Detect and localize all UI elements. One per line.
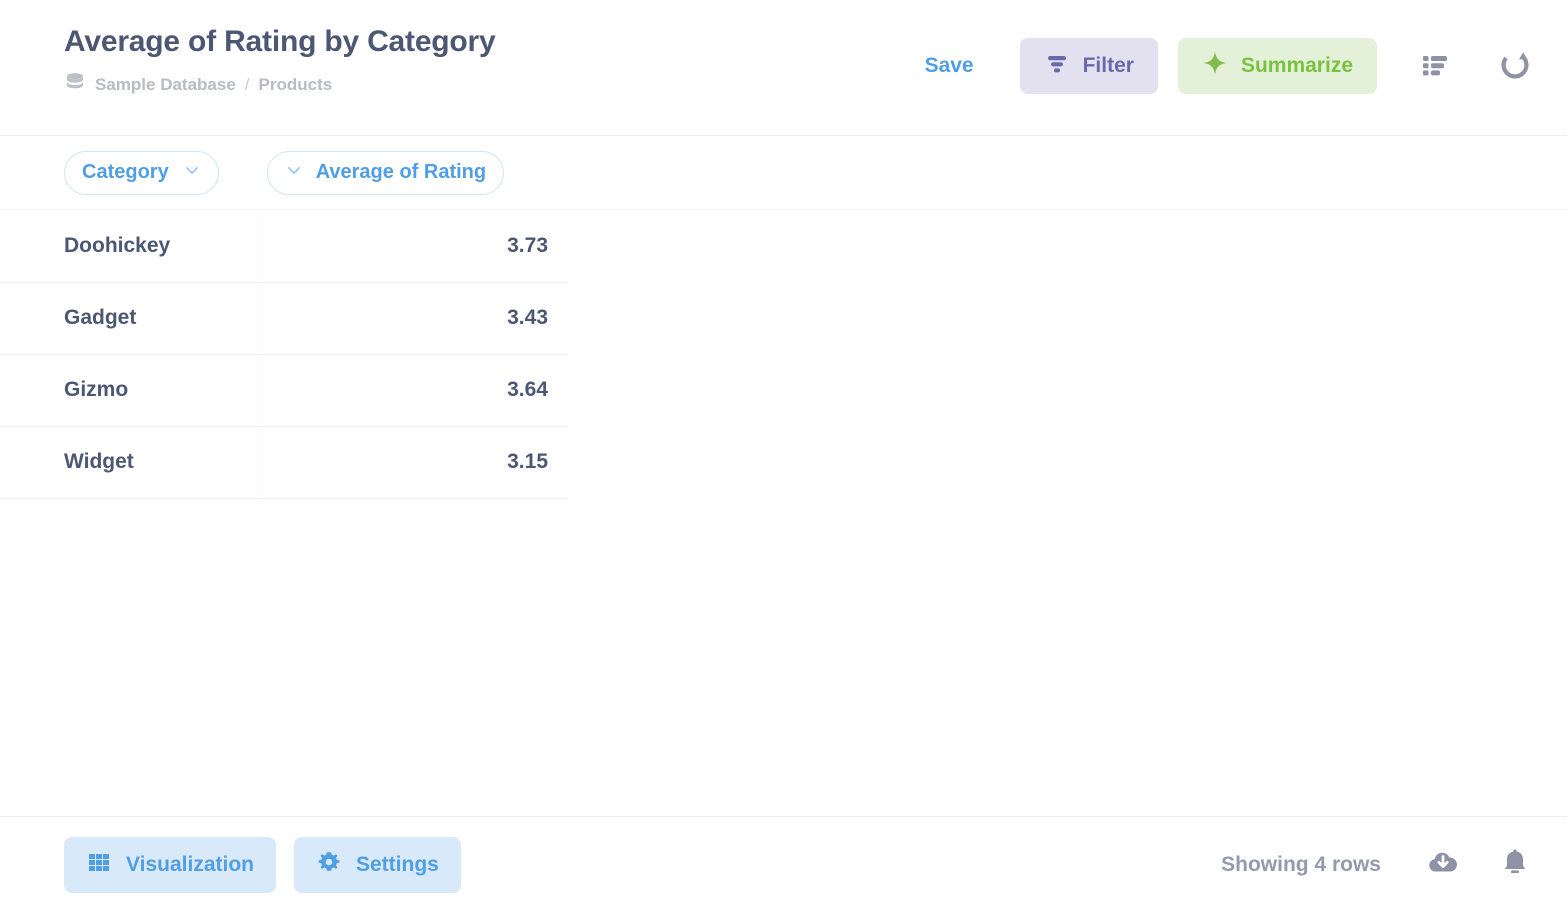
column-pill-average-of-rating[interactable]: Average of Rating	[266, 150, 505, 195]
breadcrumb: Sample Database / Products	[64, 71, 496, 98]
column-header-bar: Category Average of Rating	[0, 136, 1567, 210]
table-row[interactable]: Gadget 3.43	[0, 282, 568, 355]
save-button[interactable]: Save	[925, 54, 974, 78]
header-actions: Save Filter Summarize	[925, 38, 1537, 94]
footer-status: Showing 4 rows	[1221, 843, 1537, 887]
breadcrumb-database[interactable]: Sample Database	[95, 75, 236, 95]
sparkle-icon	[1202, 50, 1228, 82]
page-footer: Visualization Settings Showing 4 rows	[0, 816, 1567, 912]
cell-average-of-rating[interactable]: 3.64	[260, 354, 568, 427]
page-title: Average of Rating by Category	[64, 25, 496, 58]
settings-button-label: Settings	[355, 852, 439, 876]
database-icon	[64, 71, 86, 98]
settings-button[interactable]: Settings	[293, 836, 461, 893]
column-pill-average-of-rating-label: Average of Rating	[315, 161, 487, 183]
visualization-button[interactable]: Visualization	[64, 836, 276, 893]
refresh-icon	[1498, 48, 1532, 85]
footer-actions: Visualization Settings	[64, 836, 461, 893]
alert-button[interactable]	[1493, 843, 1537, 887]
grid-icon	[86, 849, 112, 881]
visualization-button-label: Visualization	[126, 852, 254, 876]
filter-button-label: Filter	[1082, 54, 1134, 77]
cell-average-of-rating[interactable]: 3.73	[260, 210, 568, 283]
column-pill-category-label: Category	[82, 161, 169, 183]
table-row[interactable]: Doohickey 3.73	[0, 210, 568, 283]
column-pill-category[interactable]: Category	[64, 150, 219, 195]
bell-icon	[1498, 846, 1532, 883]
table-list-icon-button[interactable]	[1413, 44, 1457, 88]
chevron-down-icon	[285, 161, 303, 185]
cell-category[interactable]: Gadget	[0, 282, 261, 355]
chevron-down-icon	[183, 161, 201, 185]
download-button[interactable]	[1421, 843, 1465, 887]
cell-category[interactable]: Gizmo	[0, 354, 261, 427]
table-list-icon	[1420, 50, 1450, 83]
results-table: Doohickey 3.73 Gadget 3.43 Gizmo 3.64 Wi…	[0, 210, 568, 499]
cell-category[interactable]: Doohickey	[0, 210, 261, 283]
cell-category[interactable]: Widget	[0, 426, 261, 499]
breadcrumb-table[interactable]: Products	[259, 75, 333, 95]
page-header: Average of Rating by Category Sample Dat…	[0, 0, 1567, 136]
results-table-area: Doohickey 3.73 Gadget 3.43 Gizmo 3.64 Wi…	[0, 210, 1567, 816]
filter-button[interactable]: Filter	[1019, 38, 1158, 94]
row-count-label: Showing 4 rows	[1221, 852, 1381, 876]
table-row[interactable]: Widget 3.15	[0, 426, 568, 499]
summarize-button[interactable]: Summarize	[1177, 38, 1377, 94]
query-results-page: Average of Rating by Category Sample Dat…	[0, 0, 1567, 912]
table-row[interactable]: Gizmo 3.64	[0, 354, 568, 427]
summarize-button-label: Summarize	[1240, 54, 1353, 77]
refresh-icon-button[interactable]	[1493, 44, 1537, 88]
cell-average-of-rating[interactable]: 3.15	[260, 426, 568, 499]
header-title-block: Average of Rating by Category Sample Dat…	[64, 20, 496, 98]
download-cloud-icon	[1426, 846, 1460, 883]
gear-icon	[316, 849, 342, 881]
filter-icon	[1044, 50, 1070, 82]
cell-average-of-rating[interactable]: 3.43	[260, 282, 568, 355]
breadcrumb-separator: /	[244, 74, 250, 94]
